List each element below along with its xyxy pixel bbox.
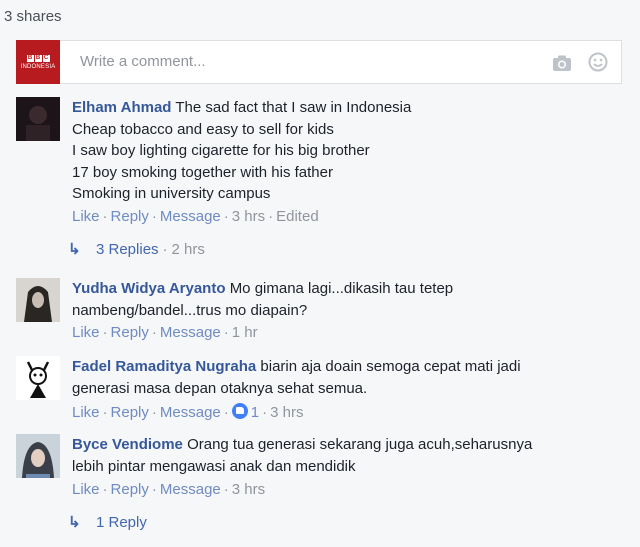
avatar[interactable]: [16, 356, 60, 400]
avatar[interactable]: [16, 97, 60, 141]
replies-link[interactable]: ↳ 3 Replies · 2 hrs: [68, 240, 205, 258]
comment-author[interactable]: Elham Ahmad: [72, 99, 171, 116]
comment-text-line: lebih pintar mengawasi anak dan mendidik: [72, 457, 356, 475]
replies-link[interactable]: ↳ 1 Reply: [68, 513, 147, 531]
reply-link[interactable]: Reply: [111, 324, 149, 341]
message-link[interactable]: Message: [160, 404, 221, 421]
edited-label[interactable]: Edited: [276, 208, 319, 225]
comment-actions: Like · Reply · Message · 3 hrs: [72, 481, 266, 498]
reply-arrow-icon: ↳: [68, 241, 81, 258]
comment-time[interactable]: 1 hr: [232, 324, 258, 341]
comment-body: Elham Ahmad The sad fact that I saw in I…: [72, 97, 411, 205]
replies-count[interactable]: 3 Replies: [96, 241, 159, 258]
comment-author[interactable]: Byce Vendiome: [72, 436, 183, 453]
avatar[interactable]: [16, 278, 60, 322]
comment-time[interactable]: 3 hrs: [232, 481, 265, 498]
reaction-count[interactable]: 1: [251, 404, 259, 421]
comment-text-line: Cheap tobacco and easy to sell for kids: [72, 120, 334, 138]
comment-text-line: biarin aja doain semoga cepat mati jadi: [260, 358, 521, 375]
reply-link[interactable]: Reply: [111, 208, 149, 225]
comment-time[interactable]: 3 hrs: [270, 404, 303, 421]
comment-input[interactable]: Write a comment...: [80, 53, 206, 70]
comment-text-line: nambeng/bandel...trus mo diapain?: [72, 301, 308, 319]
like-link[interactable]: Like: [72, 324, 100, 341]
like-link[interactable]: Like: [72, 481, 100, 498]
reply-link[interactable]: Reply: [111, 404, 149, 421]
message-link[interactable]: Message: [160, 481, 221, 498]
comment-text-line: generasi masa depan otaknya sehat semua.: [72, 379, 368, 397]
comment-text-line: Mo gimana lagi...dikasih tau tetep: [229, 280, 454, 297]
comment-text-line: Orang tua generasi sekarang juga acuh,se…: [187, 436, 533, 453]
message-link[interactable]: Message: [160, 208, 221, 225]
like-link[interactable]: Like: [72, 404, 100, 421]
camera-icon[interactable]: [552, 54, 572, 77]
comment-actions: Like · Reply · Message · 1 hr: [72, 324, 258, 341]
comment-actions: Like · Reply · Message · 3 hrs · Edited: [72, 208, 319, 225]
comment-text-line: The sad fact that I saw in Indonesia: [175, 99, 412, 116]
page-avatar: BBC INDONESIA: [16, 40, 60, 84]
smile-icon[interactable]: [588, 52, 608, 77]
comment-author[interactable]: Fadel Ramaditya Nugraha: [72, 358, 256, 375]
comment-text-line: I saw boy lighting cigarette for his big…: [72, 142, 370, 159]
avatar[interactable]: [16, 434, 60, 478]
comment-body: Fadel Ramaditya Nugraha biarin aja doain…: [72, 356, 521, 399]
reply-link[interactable]: Reply: [111, 481, 149, 498]
comment-time[interactable]: 3 hrs: [232, 208, 265, 225]
page-avatar-sub: INDONESIA: [20, 63, 56, 70]
comment-actions: Like · Reply · Message · 1 · 3 hrs: [72, 403, 304, 421]
like-link[interactable]: Like: [72, 208, 100, 225]
comment-body: Yudha Widya Aryanto Mo gimana lagi...dik…: [72, 278, 453, 321]
comment-author[interactable]: Yudha Widya Aryanto: [72, 280, 226, 297]
message-link[interactable]: Message: [160, 324, 221, 341]
bbc-logo: BBC: [26, 54, 50, 62]
comment-text-line: 17 boy smoking together with his father: [72, 163, 333, 181]
like-reaction-icon[interactable]: [231, 403, 248, 419]
comment-text-line: Smoking in university campus: [72, 185, 271, 202]
shares-count[interactable]: 3 shares: [4, 8, 62, 25]
reply-arrow-icon: ↳: [68, 514, 81, 531]
replies-time: 2 hrs: [171, 241, 205, 258]
comment-body: Byce Vendiome Orang tua generasi sekaran…: [72, 434, 532, 477]
replies-count[interactable]: 1 Reply: [96, 514, 147, 531]
